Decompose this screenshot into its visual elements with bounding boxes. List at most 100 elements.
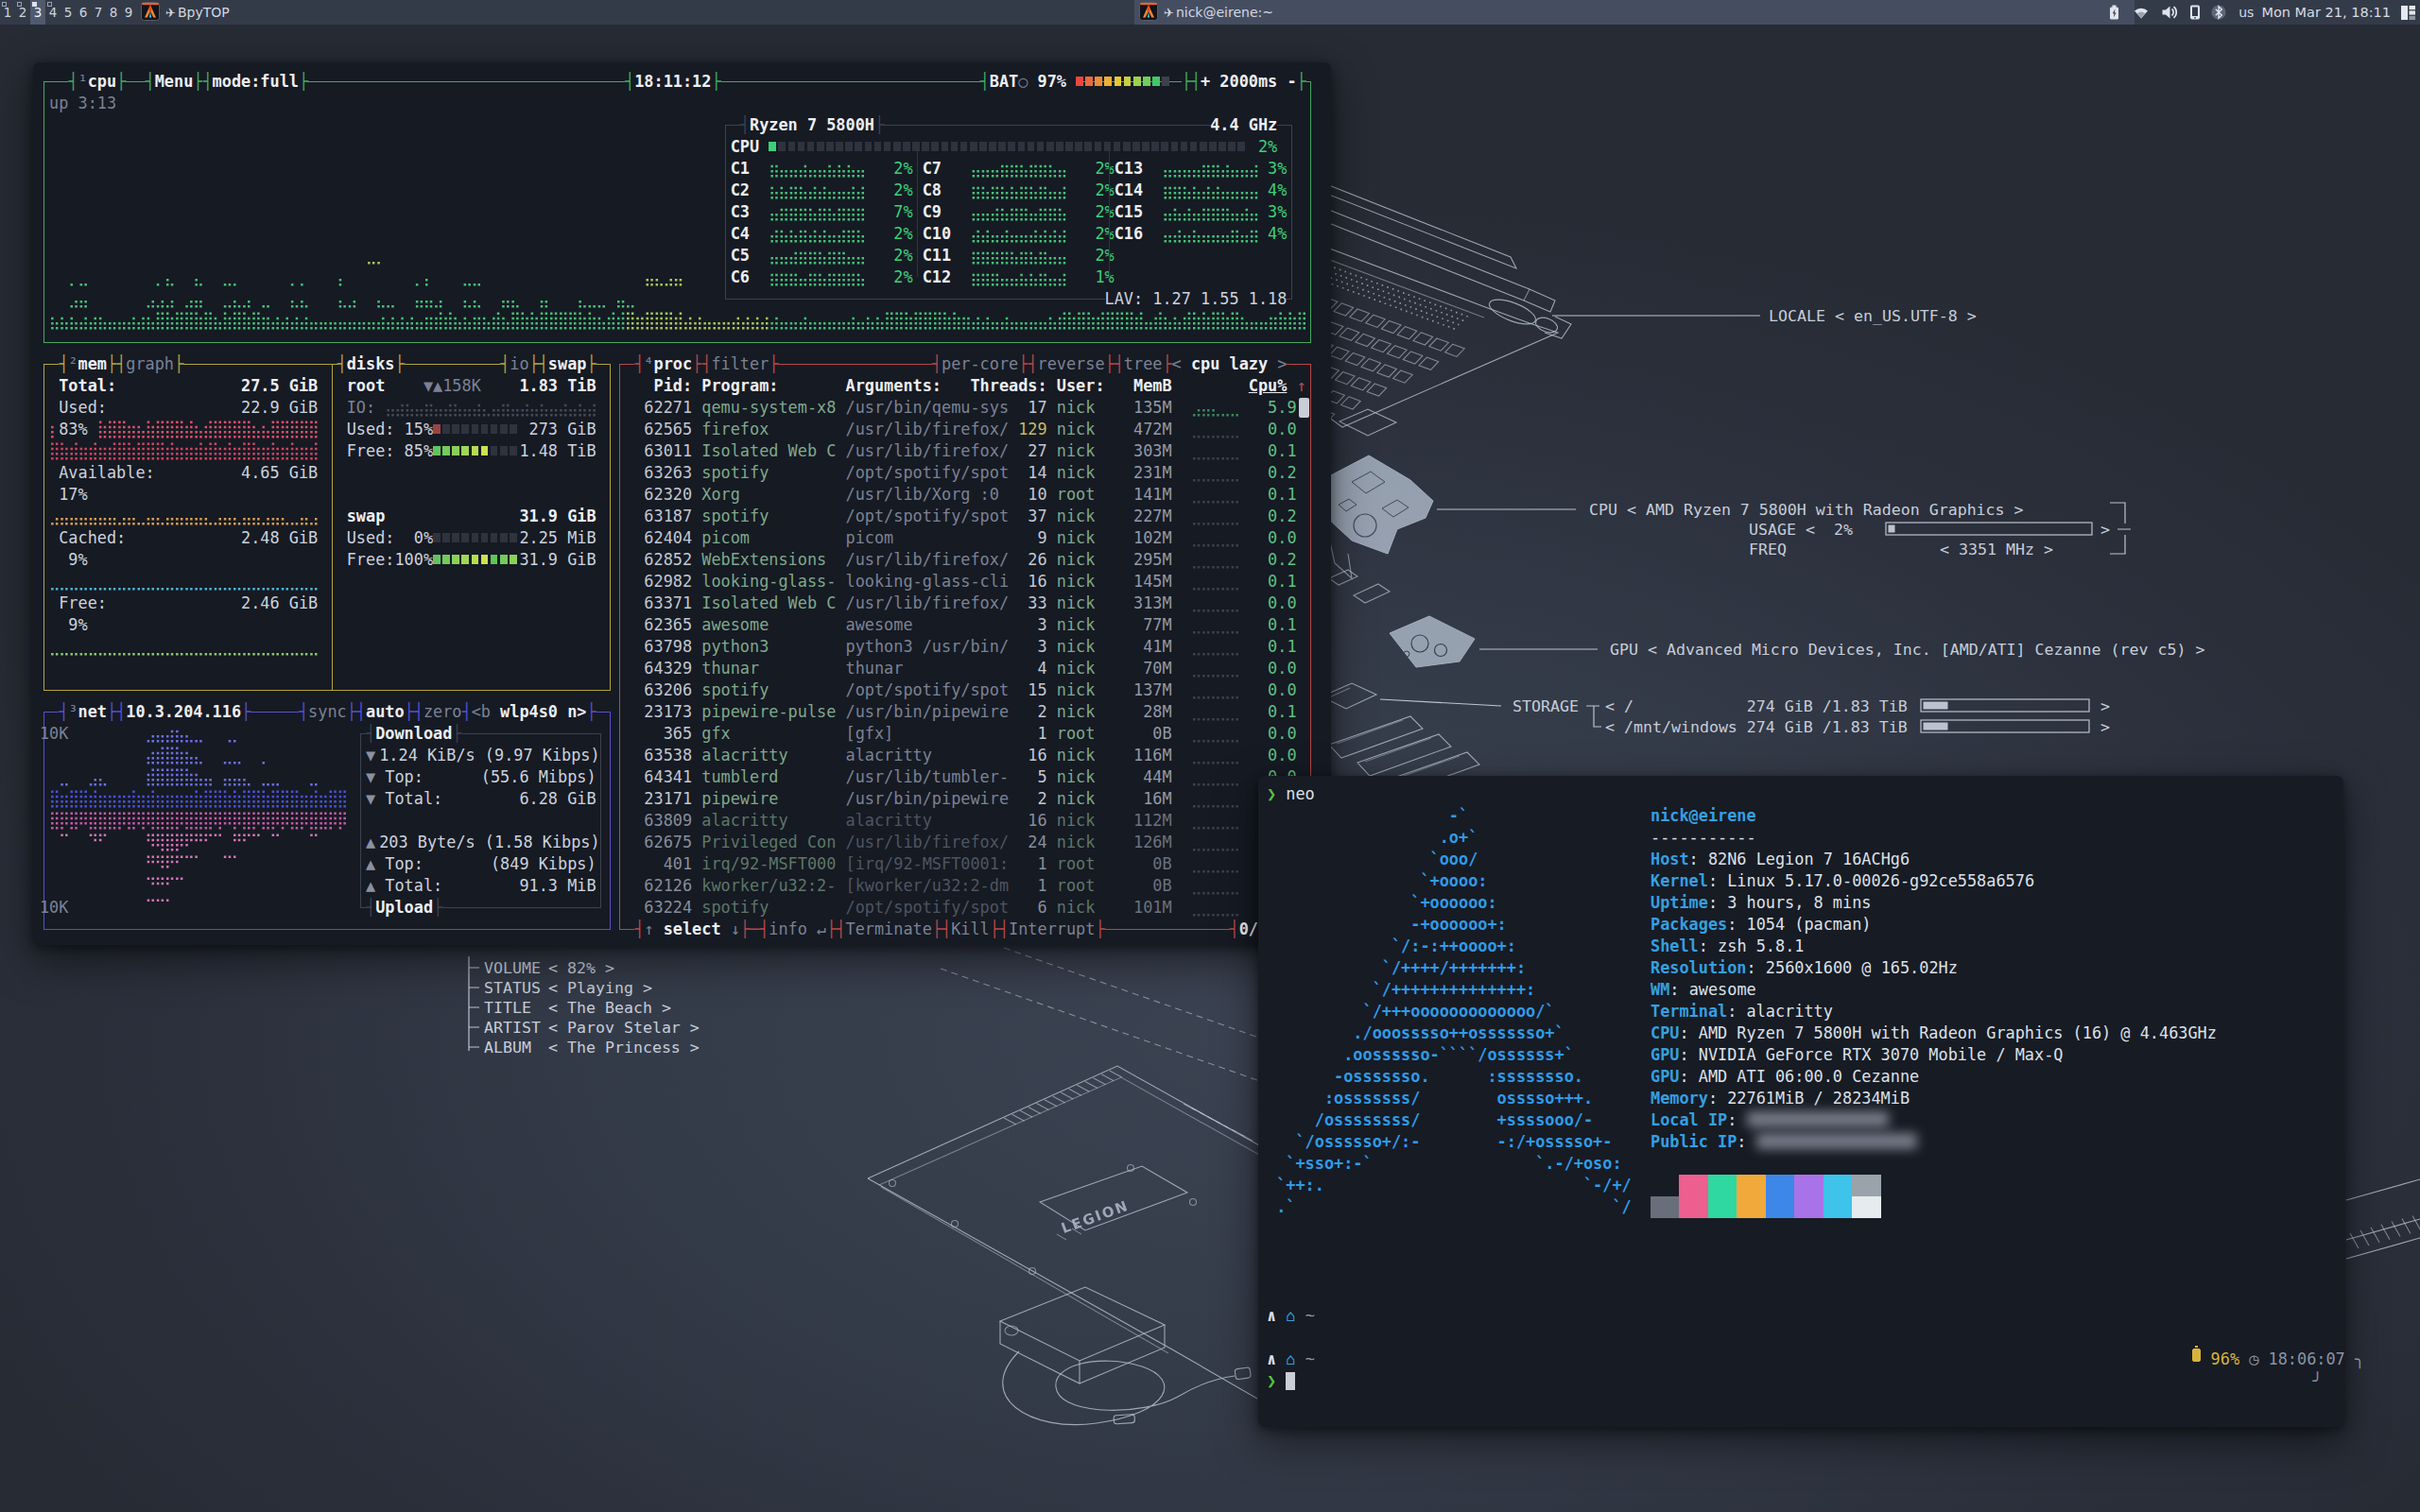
proc-row-pid[interactable]: 23171 xyxy=(644,788,692,810)
net-sync-button[interactable]: sync xyxy=(308,701,347,723)
volume-icon[interactable] xyxy=(2160,4,2179,21)
battery-charging-icon[interactable] xyxy=(2106,4,2122,21)
proc-row-mem[interactable]: 313M xyxy=(1133,593,1172,614)
proc-select-control[interactable]: ↑ select ↓ xyxy=(644,919,740,940)
proc-row-cpu[interactable]: 0.0 xyxy=(1268,419,1296,440)
proc-header-pid[interactable]: Pid: xyxy=(654,375,693,397)
proc-row-cpu[interactable]: 0.0 xyxy=(1268,527,1296,549)
proc-row-user[interactable]: nick xyxy=(1057,766,1096,788)
proc-row-args[interactable]: /usr/lib/Xorg :0 xyxy=(846,484,999,506)
proc-row-program[interactable]: looking-glass- xyxy=(701,571,836,593)
workspace-tag-8[interactable]: 8 xyxy=(106,0,121,25)
proc-row-pid[interactable]: 62675 xyxy=(644,832,692,853)
proc-row-program[interactable]: alacritty xyxy=(701,745,787,766)
proc-row-mem[interactable]: 303M xyxy=(1133,440,1172,462)
proc-row-mem[interactable]: 227M xyxy=(1133,506,1172,527)
proc-row-user[interactable]: nick xyxy=(1057,701,1096,723)
proc-row-threads[interactable]: 3 xyxy=(1038,636,1047,658)
proc-row-pid[interactable]: 62565 xyxy=(644,419,692,440)
proc-row-mem[interactable]: 44M xyxy=(1143,766,1171,788)
proc-row-cpu[interactable]: 0.2 xyxy=(1268,549,1296,571)
proc-row-program[interactable]: spotify xyxy=(701,462,769,484)
proc-row-mem[interactable]: 126M xyxy=(1133,832,1172,853)
proc-row-program[interactable]: Xorg xyxy=(701,484,740,506)
proc-row-cpu[interactable]: 5.9 xyxy=(1268,397,1296,419)
proc-header-user[interactable]: User: xyxy=(1057,375,1105,397)
disks-title[interactable]: disks xyxy=(347,353,395,375)
proc-select-down[interactable]: ↓ xyxy=(731,919,740,938)
proc-row-cpu[interactable]: 0.1 xyxy=(1268,571,1296,593)
proc-row-pid[interactable]: 63011 xyxy=(644,440,692,462)
proc-row-program[interactable]: picom xyxy=(701,527,750,549)
keyboard-layout-indicator[interactable]: us xyxy=(2238,5,2254,20)
proc-row-pid[interactable]: 62271 xyxy=(644,397,692,419)
proc-row-args[interactable]: awesome xyxy=(846,614,913,636)
proc-header-cpu[interactable]: Cpu% xyxy=(1249,375,1288,397)
proc-row-user[interactable]: nick xyxy=(1057,788,1096,810)
proc-row-mem[interactable]: 0B xyxy=(1152,723,1171,745)
proc-row-args[interactable]: picom xyxy=(846,527,894,549)
proc-row-pid[interactable]: 63538 xyxy=(644,745,692,766)
proc-row-mem[interactable]: 16M xyxy=(1143,788,1171,810)
proc-row-cpu[interactable]: 0.1 xyxy=(1268,440,1296,462)
proc-row-args[interactable]: [irq/92-MSFT0001: xyxy=(846,853,1010,875)
proc-percore-button[interactable]: per-core xyxy=(942,353,1018,375)
workspace-tag-5[interactable]: 5 xyxy=(60,0,76,25)
proc-row-threads[interactable]: 2 xyxy=(1038,788,1047,810)
proc-row-args[interactable]: /usr/lib/firefox/ xyxy=(846,419,1010,440)
proc-row-user[interactable]: nick xyxy=(1057,745,1096,766)
proc-row-threads[interactable]: 16 xyxy=(1028,745,1046,766)
proc-row-threads[interactable]: 37 xyxy=(1028,506,1046,527)
proc-row-threads[interactable]: 6 xyxy=(1038,897,1047,919)
proc-row-args[interactable]: /usr/bin/pipewire xyxy=(846,701,1010,723)
proc-row-program[interactable]: spotify xyxy=(701,506,769,527)
proc-row-mem[interactable]: 102M xyxy=(1133,527,1172,549)
proc-reverse-button[interactable]: reverse xyxy=(1038,353,1105,375)
proc-sort-prev-button[interactable]: < xyxy=(1172,354,1182,373)
proc-scrollbar-thumb[interactable] xyxy=(1299,398,1309,418)
proc-row-args[interactable]: /opt/spotify/spot xyxy=(846,506,1010,527)
proc-row-cpu[interactable]: 0.1 xyxy=(1268,484,1296,506)
proc-row-cpu[interactable]: 0.0 xyxy=(1268,658,1296,679)
proc-row-program[interactable]: pipewire xyxy=(701,788,778,810)
proc-row-user[interactable]: root xyxy=(1057,853,1096,875)
proc-row-program[interactable]: qemu-system-x8 xyxy=(701,397,836,419)
proc-select-button[interactable]: select xyxy=(664,919,721,938)
proc-row-user[interactable]: nick xyxy=(1057,506,1096,527)
mem-graph-button[interactable]: graph xyxy=(126,353,174,375)
proc-row-args[interactable]: /usr/bin/pipewire xyxy=(846,788,1010,810)
net-auto-button[interactable]: auto xyxy=(366,701,405,723)
proc-select-up[interactable]: ↑ xyxy=(644,919,653,938)
proc-sort-next-button[interactable]: > xyxy=(1277,354,1287,373)
proc-row-args[interactable]: [gfx] xyxy=(846,723,894,745)
proc-row-mem[interactable]: 137M xyxy=(1133,679,1172,701)
disks-swap-button[interactable]: swap xyxy=(548,353,587,375)
proc-row-pid[interactable]: 365 xyxy=(664,723,692,745)
proc-row-mem[interactable]: 112M xyxy=(1133,810,1172,832)
mem-box-title[interactable]: ²mem xyxy=(68,353,107,375)
proc-row-threads[interactable]: 1 xyxy=(1038,875,1047,897)
proc-row-cpu[interactable]: 0.1 xyxy=(1268,701,1296,723)
taskbar-item-1[interactable]: ✈BpyTOP xyxy=(136,0,1134,25)
layout-indicator-icon[interactable] xyxy=(2400,5,2416,21)
interval-plus-button[interactable]: + xyxy=(1201,72,1210,91)
proc-row-mem[interactable]: 77M xyxy=(1143,614,1171,636)
proc-row-threads[interactable]: 24 xyxy=(1028,832,1046,853)
proc-row-program[interactable]: alacritty xyxy=(701,810,787,832)
proc-row-program[interactable]: irq/92-MSFT000 xyxy=(701,853,836,875)
proc-tree-button[interactable]: tree xyxy=(1124,353,1163,375)
proc-row-threads[interactable]: 1 xyxy=(1038,853,1047,875)
proc-row-user[interactable]: nick xyxy=(1057,397,1096,419)
proc-row-user[interactable]: nick xyxy=(1057,440,1096,462)
proc-row-threads[interactable]: 14 xyxy=(1028,462,1046,484)
clock-widget[interactable]: Mon Mar 21, 18:11 xyxy=(2261,5,2391,20)
proc-terminate-button[interactable]: Terminate xyxy=(846,919,932,938)
workspace-tag-4[interactable]: 4 xyxy=(45,0,60,25)
bpytop-terminal-window[interactable]: ┤¹cpu├┤Menu├┤mode:full├┤18:11:12├┤BAT○ 9… xyxy=(33,62,1331,945)
proc-row-threads[interactable]: 2 xyxy=(1038,701,1047,723)
proc-row-args[interactable]: /usr/lib/firefox/ xyxy=(846,593,1010,614)
proc-row-pid[interactable]: 63263 xyxy=(644,462,692,484)
proc-row-threads[interactable]: 15 xyxy=(1028,679,1046,701)
proc-row-args[interactable]: /opt/spotify/spot xyxy=(846,462,1010,484)
proc-row-args[interactable]: alacritty xyxy=(846,745,932,766)
